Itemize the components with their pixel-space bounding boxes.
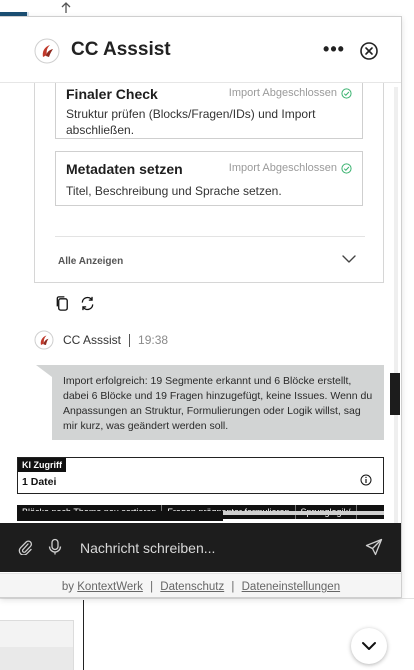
info-icon[interactable]	[360, 474, 372, 486]
step-status: Import Abgeschlossen	[229, 87, 352, 99]
microphone-icon[interactable]	[47, 538, 63, 556]
message-sender-row: CC Asssist 19:38	[34, 329, 168, 351]
regenerate-icon[interactable]	[79, 295, 96, 312]
show-all-toggle[interactable]: Alle Anzeigen	[58, 256, 123, 267]
avatar	[34, 330, 54, 350]
message-actions	[54, 295, 96, 312]
step-status: Import Abgeschlossen	[229, 162, 352, 174]
task-card: Finaler Check Import Abgeschlossen Struk…	[34, 83, 384, 283]
more-options-button[interactable]: •••	[322, 40, 346, 60]
chevron-down-icon[interactable]	[341, 253, 357, 265]
footer-prefix: by	[61, 581, 75, 593]
message-input[interactable]	[80, 533, 350, 562]
message-timestamp: 19:38	[138, 333, 169, 347]
chat-scrollbar-track[interactable]	[394, 87, 398, 525]
arrow-up-icon	[60, 2, 74, 16]
file-settings-link[interactable]: Dateneinstellungen	[242, 581, 340, 593]
ai-access-file-count: 1 Datei	[22, 476, 57, 488]
close-icon[interactable]	[359, 41, 379, 61]
background-divider	[83, 600, 84, 670]
footer-separator: |	[231, 581, 235, 593]
footer-separator: |	[150, 581, 154, 593]
bubble-tail	[36, 365, 52, 377]
chat-scrollbar-thumb[interactable]	[390, 373, 400, 415]
step-final-check: Finaler Check Import Abgeschlossen Struk…	[55, 83, 363, 139]
ai-access-box[interactable]: KI Zugriff 1 Datei	[17, 457, 384, 494]
paperclip-icon[interactable]	[17, 539, 33, 555]
step-description: Titel, Beschreibung und Sprache setzen.	[66, 184, 282, 198]
step-status-label: Import Abgeschlossen	[228, 162, 337, 174]
step-metadata: Metadaten setzen Import Abgeschlossen Ti…	[55, 151, 363, 206]
chat-content[interactable]: Finaler Check Import Abgeschlossen Struk…	[0, 83, 401, 523]
sender-name: CC Asssist	[63, 333, 122, 347]
panel-footer: by KontextWerk | Datenschutz | Dateneins…	[0, 573, 401, 597]
message-composer	[0, 523, 401, 572]
privacy-link[interactable]: Datenschutz	[160, 581, 224, 593]
chevron-down-icon	[362, 642, 376, 650]
send-icon[interactable]	[365, 538, 383, 556]
assistant-message-bubble: Import erfolgreich: 19 Segmente erkannt …	[52, 365, 384, 440]
panel-header: CC Asssist •••	[0, 17, 401, 83]
assistant-panel: CC Asssist ••• Finaler Check Import Abge…	[0, 16, 402, 598]
step-title: Finaler Check	[66, 86, 158, 102]
check-circle-icon	[341, 162, 352, 174]
copy-icon[interactable]	[54, 295, 71, 312]
cc-assist-logo-icon	[34, 38, 60, 64]
step-status-label: Import Abgeschlossen	[228, 87, 337, 99]
ai-access-label: KI Zugriff	[18, 458, 66, 472]
footer-brand-link[interactable]: KontextWerk	[77, 581, 143, 593]
horizontal-scroll-thumb[interactable]	[17, 511, 223, 521]
app-title: CC Asssist	[71, 39, 171, 60]
background-panel	[0, 620, 74, 670]
card-divider	[55, 236, 365, 237]
step-title: Metadaten setzen	[66, 161, 183, 177]
scroll-down-button[interactable]	[351, 628, 387, 664]
sender-separator	[129, 333, 131, 347]
horizontal-scroll-track[interactable]	[17, 511, 384, 521]
check-circle-icon	[341, 87, 352, 99]
step-description: Struktur prüfen (Blocks/Fragen/IDs) und …	[66, 107, 316, 137]
